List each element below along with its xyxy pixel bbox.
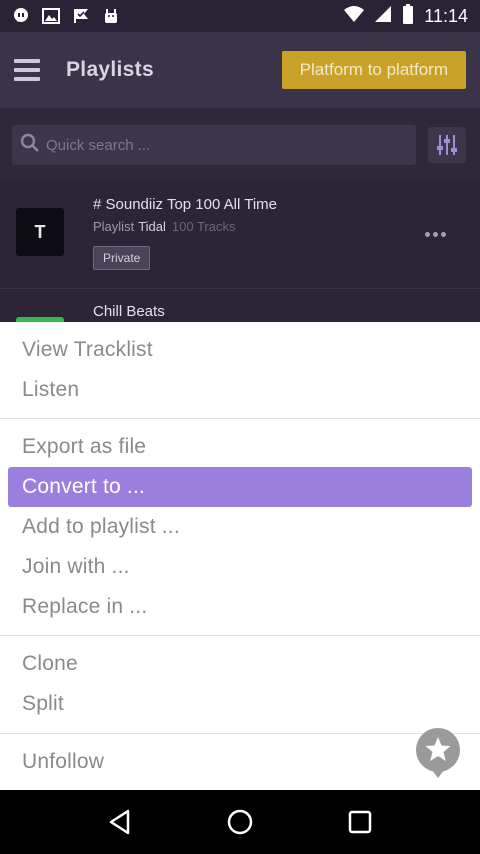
menu-item-unfollow[interactable]: Unfollow	[22, 750, 104, 774]
menu-item-replace-in[interactable]: Replace in ...	[22, 595, 147, 619]
list-item[interactable]: Chill Beats	[0, 289, 480, 322]
playlist-list: T # Soundiiz Top 100 All Time Playlist Ti…	[0, 182, 480, 322]
recents-icon[interactable]	[340, 802, 380, 842]
check-flag-icon	[72, 7, 90, 25]
status-bar: 11:14	[0, 0, 480, 32]
app-bar: Playlists Platform to platform	[0, 32, 480, 108]
playlist-meta: Playlist Tidal 100 Tracks	[93, 219, 235, 234]
filter-sliders-icon[interactable]	[428, 127, 466, 163]
menu-item-split[interactable]: Split	[22, 692, 64, 716]
page-title: Playlists	[66, 58, 154, 81]
back-icon[interactable]	[100, 802, 140, 842]
clock: 11:14	[424, 5, 468, 26]
privacy-badge: Private	[93, 246, 151, 270]
playlist-actions-sheet: View Tracklist Listen Export as file Con…	[0, 322, 480, 790]
home-icon[interactable]	[220, 802, 260, 842]
search-icon	[20, 133, 40, 158]
image-icon	[42, 7, 60, 25]
signal-icon	[374, 5, 392, 28]
menu-item-export-as-file[interactable]: Export as file	[22, 435, 146, 459]
menu-divider	[0, 418, 480, 419]
favorite-star-icon[interactable]	[412, 726, 464, 778]
menu-item-view-tracklist[interactable]: View Tracklist	[22, 338, 153, 362]
platform-to-platform-button[interactable]: Platform to platform	[281, 51, 466, 89]
menu-item-clone[interactable]: Clone	[22, 652, 78, 676]
playlist-service: Tidal	[138, 219, 166, 234]
playlist-track-count: 100 Tracks	[171, 219, 236, 234]
android-icon	[102, 7, 120, 25]
more-options-icon[interactable]	[425, 232, 446, 237]
menu-divider	[0, 635, 480, 636]
search-input[interactable]	[46, 136, 386, 154]
playlist-title: # Soundiiz Top 100 All Time	[93, 196, 278, 213]
menu-item-add-to-playlist[interactable]: Add to playlist ...	[22, 515, 180, 539]
wifi-icon	[344, 5, 365, 28]
list-item[interactable]: T # Soundiiz Top 100 All Time Playlist Ti…	[0, 182, 480, 289]
navigation-bar	[0, 790, 480, 854]
hamburger-menu-icon[interactable]	[14, 54, 46, 86]
search-row	[0, 108, 480, 182]
menu-divider	[0, 733, 480, 734]
menu-item-convert-to[interactable]: Convert to ...	[22, 475, 145, 499]
playlist-thumbnail: T	[16, 208, 64, 256]
playlist-type: Playlist	[93, 219, 135, 234]
menu-item-join-with[interactable]: Join with ...	[22, 555, 130, 579]
menu-item-listen[interactable]: Listen	[22, 378, 79, 402]
playlist-title: Chill Beats	[93, 303, 165, 320]
search-box[interactable]	[12, 125, 416, 165]
battery-icon	[402, 3, 414, 29]
messenger-icon	[12, 7, 30, 25]
